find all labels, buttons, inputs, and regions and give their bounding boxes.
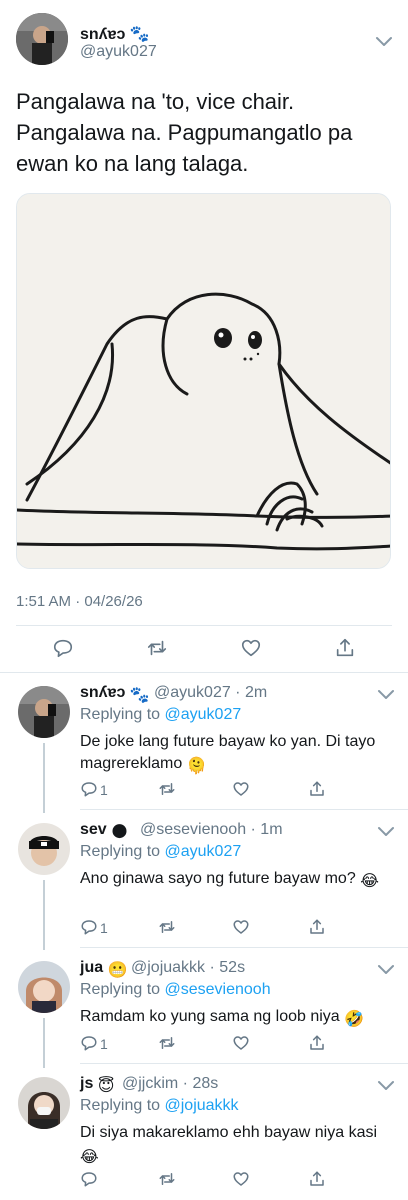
- replying-to-mention[interactable]: @sesevienooh: [165, 981, 271, 998]
- like-icon[interactable]: [240, 637, 262, 659]
- replying-to-prefix: Replying to: [80, 706, 165, 723]
- reply-text: Di siya makareklamo ehh bayaw niya kasi …: [80, 1122, 398, 1169]
- display-name-text: js: [80, 1075, 94, 1092]
- chevron-down-icon[interactable]: [377, 963, 395, 975]
- moon-icon: 🌑: [111, 824, 128, 841]
- emoji-icon: 🤣: [344, 1011, 365, 1028]
- reply-tweet: jua 😬 @jojuakkk · 52s Replying to @sesev…: [0, 948, 408, 1068]
- like-icon[interactable]: [232, 780, 250, 798]
- reply-count: 1: [100, 1036, 108, 1052]
- reply-text-content: Ano ginawa sayo ng future bayaw mo?: [80, 870, 356, 887]
- like-icon[interactable]: [232, 918, 250, 936]
- thread-line: [43, 880, 45, 950]
- chevron-down-icon[interactable]: [377, 1079, 395, 1091]
- share-icon[interactable]: [334, 637, 356, 659]
- paw-icon: 🐾: [129, 687, 150, 704]
- avatar-photo-icon: [18, 961, 70, 1013]
- tweet-image[interactable]: [16, 193, 391, 569]
- like-icon[interactable]: [232, 1170, 250, 1188]
- avatar[interactable]: [18, 1077, 70, 1129]
- share-icon[interactable]: [308, 1034, 326, 1052]
- retweet-icon[interactable]: [146, 637, 168, 659]
- avatar[interactable]: [18, 961, 70, 1013]
- handle-and-time[interactable]: @jojuakkk · 52s: [131, 959, 245, 977]
- replying-to-prefix: Replying to: [80, 981, 165, 998]
- reply-text: Ramdam ko yung sama ng loob niya 🤣: [80, 1006, 398, 1031]
- reply-icon[interactable]: [80, 918, 98, 936]
- reply-text-content: Di siya makareklamo ehh bayaw niya kasi: [80, 1124, 378, 1141]
- chevron-down-icon[interactable]: [377, 688, 395, 700]
- handle-and-time[interactable]: @jjckim · 28s: [122, 1075, 218, 1093]
- display-name-text: ѕnʎɐɔ: [80, 684, 126, 701]
- tweet-timestamp[interactable]: 1:51 AM · 04/26/26: [16, 593, 143, 610]
- replying-to: Replying to @ayuk027: [80, 843, 241, 861]
- replying-to: Replying to @jojuakkk: [80, 1097, 239, 1115]
- handle-and-time[interactable]: @sesevienooh · 1m: [140, 821, 283, 839]
- avatar-photo-icon: [16, 13, 68, 65]
- reply-icon[interactable]: [80, 780, 98, 798]
- emoji-icon: 🫠: [186, 758, 207, 775]
- retweet-icon[interactable]: [158, 1034, 176, 1052]
- handle[interactable]: @ayuk027: [80, 43, 157, 61]
- retweet-icon[interactable]: [158, 780, 176, 798]
- reply-text: De joke lang future bayaw ko yan. Di tay…: [80, 731, 398, 778]
- halo-smile-icon: 😇: [97, 1078, 115, 1095]
- main-tweet: ѕnʎɐɔ 🐾 @ayuk027 Pangalawa na 'to, vice …: [0, 0, 408, 672]
- reply-count: 1: [100, 920, 108, 936]
- handle-and-time[interactable]: @ayuk027 · 2m: [154, 684, 267, 702]
- reply-tweet: js 😇 @jjckim · 28s Replying to @jojuakkk…: [0, 1064, 408, 1200]
- emoji-icon: 😂: [360, 873, 379, 890]
- reply-text-content: De joke lang future bayaw ko yan. Di tay…: [80, 733, 376, 772]
- tweet-text: Pangalawa na 'to, vice chair. Pangalawa …: [16, 89, 353, 176]
- thread-line: [43, 743, 45, 813]
- drawing-of-creature-at-table-icon: [17, 194, 390, 568]
- share-icon[interactable]: [308, 780, 326, 798]
- replying-to-mention[interactable]: @ayuk027: [165, 843, 242, 860]
- reply-count: 1: [100, 782, 108, 798]
- replying-to-prefix: Replying to: [80, 1097, 165, 1114]
- reply-icon[interactable]: [80, 1034, 98, 1052]
- share-icon[interactable]: [308, 918, 326, 936]
- replying-to: Replying to @sesevienooh: [80, 981, 271, 999]
- retweet-icon[interactable]: [158, 918, 176, 936]
- thread-line: [43, 1018, 45, 1068]
- replying-to-prefix: Replying to: [80, 843, 165, 860]
- divider: [16, 625, 392, 626]
- reply-icon[interactable]: [52, 637, 74, 659]
- replying-to-mention[interactable]: @ayuk027: [165, 706, 242, 723]
- avatar[interactable]: [18, 823, 70, 875]
- avatar-photo-icon: [18, 823, 70, 875]
- display-name[interactable]: js 😇: [80, 1075, 114, 1096]
- display-name[interactable]: sev 🌑: [80, 821, 128, 842]
- reply-icon[interactable]: [80, 1170, 98, 1188]
- replying-to: Replying to @ayuk027: [80, 706, 241, 724]
- emoji-icon: 😂: [80, 1149, 99, 1166]
- display-name[interactable]: ѕnʎɐɔ 🐾: [80, 684, 150, 705]
- retweet-icon[interactable]: [158, 1170, 176, 1188]
- reply-tweet: ѕnʎɐɔ 🐾 @ayuk027 · 2m Replying to @ayuk0…: [0, 673, 408, 813]
- reply-text-content: Ramdam ko yung sama ng loob niya: [80, 1008, 340, 1025]
- display-name-text: sev: [80, 821, 107, 838]
- replying-to-mention[interactable]: @jojuakkk: [165, 1097, 239, 1114]
- share-icon[interactable]: [308, 1170, 326, 1188]
- reply-tweet: sev 🌑 @sesevienooh · 1m Replying to @ayu…: [0, 810, 408, 950]
- avatar-photo-icon: [18, 686, 70, 738]
- grimace-icon: 😬: [107, 962, 128, 979]
- avatar[interactable]: [18, 686, 70, 738]
- avatar[interactable]: [16, 13, 68, 65]
- avatar-photo-icon: [18, 1077, 70, 1129]
- display-name[interactable]: jua 😬: [80, 959, 128, 980]
- chevron-down-icon[interactable]: [377, 825, 395, 837]
- reply-text: Ano ginawa sayo ng future bayaw mo? 😂: [80, 868, 398, 893]
- display-name[interactable]: ѕnʎɐɔ 🐾: [80, 24, 150, 44]
- like-icon[interactable]: [232, 1034, 250, 1052]
- display-name-text: jua: [80, 959, 104, 976]
- chevron-down-icon[interactable]: [375, 35, 393, 47]
